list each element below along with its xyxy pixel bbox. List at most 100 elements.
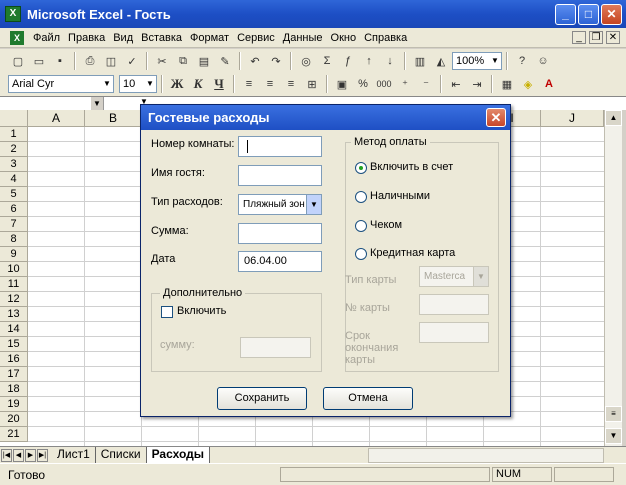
chevron-down-icon[interactable]: ▼ xyxy=(306,195,321,214)
increase-decimal-icon[interactable]: ⁺ xyxy=(395,74,415,94)
column-header[interactable]: B xyxy=(85,110,142,127)
dialog-close-button[interactable]: ✕ xyxy=(486,108,506,127)
workbook-minimize-button[interactable]: _ xyxy=(572,31,586,44)
radio-credit-card[interactable] xyxy=(355,248,367,260)
cancel-button[interactable]: Отмена xyxy=(323,387,413,410)
radio-include-in-bill[interactable] xyxy=(355,162,367,174)
row-header[interactable]: 17 xyxy=(0,367,28,382)
bold-button[interactable]: Ж xyxy=(167,74,187,94)
align-center-icon[interactable]: ≡ xyxy=(260,74,280,94)
row-header[interactable]: 12 xyxy=(0,292,28,307)
row-header[interactable]: 8 xyxy=(0,232,28,247)
sum-input[interactable] xyxy=(240,337,311,358)
row-header[interactable]: 10 xyxy=(0,262,28,277)
menu-window[interactable]: Окно xyxy=(327,32,361,44)
print-icon[interactable]: ⎙ xyxy=(80,51,100,71)
open-folder-icon[interactable]: ▭ xyxy=(29,51,49,71)
card-type-select[interactable]: Masterca ▼ xyxy=(419,266,489,287)
dialog-title-bar[interactable]: Гостевые расходы ✕ xyxy=(141,105,510,130)
row-header[interactable]: 19 xyxy=(0,397,28,412)
redo-icon[interactable]: ↷ xyxy=(266,51,286,71)
save-button[interactable]: Сохранить xyxy=(217,387,307,410)
row-header[interactable]: 7 xyxy=(0,217,28,232)
radio-cash[interactable] xyxy=(355,191,367,203)
row-header[interactable]: 1 xyxy=(0,127,28,142)
decrease-indent-icon[interactable]: ⇤ xyxy=(446,74,466,94)
row-header[interactable]: 4 xyxy=(0,172,28,187)
cut-icon[interactable]: ✂ xyxy=(152,51,172,71)
expense-type-select[interactable]: Пляжный зон ▼ xyxy=(238,194,322,215)
scroll-down-icon[interactable]: ▼ xyxy=(605,428,622,444)
chevron-down-icon[interactable]: ▼ xyxy=(473,267,488,286)
date-input[interactable]: 06.04.00 xyxy=(238,251,322,272)
guest-name-input[interactable] xyxy=(238,165,322,186)
chevron-down-icon[interactable]: ▼ xyxy=(91,97,103,110)
menu-format[interactable]: Формат xyxy=(186,32,233,44)
menu-data[interactable]: Данные xyxy=(279,32,327,44)
zoom-select[interactable]: 100% ▼ xyxy=(452,52,502,70)
row-header[interactable]: 6 xyxy=(0,202,28,217)
currency-icon[interactable]: ▣ xyxy=(332,74,352,94)
prev-sheet-icon[interactable]: ◀ xyxy=(13,448,24,462)
close-button[interactable]: ✕ xyxy=(601,4,622,25)
help-icon[interactable]: ? xyxy=(512,51,532,71)
column-header[interactable]: J xyxy=(541,110,604,127)
row-header[interactable]: 20 xyxy=(0,412,28,427)
row-header[interactable]: 15 xyxy=(0,337,28,352)
row-header[interactable]: 9 xyxy=(0,247,28,262)
sort-descending-icon[interactable]: ↓ xyxy=(380,51,400,71)
save-icon[interactable]: ▪ xyxy=(50,51,70,71)
percent-button[interactable]: % xyxy=(353,74,373,94)
scroll-thumb[interactable]: ≡ xyxy=(605,406,622,422)
excel-icon[interactable]: X xyxy=(5,6,21,22)
chart-wizard-icon[interactable]: ▥ xyxy=(410,51,430,71)
borders-icon[interactable]: ▦ xyxy=(497,74,517,94)
workbook-icon[interactable]: X xyxy=(10,30,24,45)
sheet-tab-lists[interactable]: Списки xyxy=(96,447,147,463)
menu-view[interactable]: Вид xyxy=(109,32,137,44)
include-checkbox[interactable] xyxy=(161,306,173,318)
workbook-close-button[interactable]: ✕ xyxy=(606,31,620,44)
new-file-icon[interactable]: ▢ xyxy=(8,51,28,71)
copy-icon[interactable]: ⧉ xyxy=(173,51,193,71)
font-size-select[interactable]: 10 ▼ xyxy=(119,75,157,93)
decrease-decimal-icon[interactable]: ⁻ xyxy=(416,74,436,94)
drawing-icon[interactable]: ◭ xyxy=(431,51,451,71)
font-color-icon[interactable]: A xyxy=(539,74,559,94)
menu-file[interactable]: Файл xyxy=(29,32,64,44)
format-painter-icon[interactable]: ✎ xyxy=(215,51,235,71)
workbook-restore-button[interactable]: ❐ xyxy=(589,31,603,44)
horizontal-scrollbar[interactable] xyxy=(368,448,604,463)
merge-center-icon[interactable]: ⊞ xyxy=(302,74,322,94)
align-right-icon[interactable]: ≡ xyxy=(281,74,301,94)
row-header[interactable]: 21 xyxy=(0,427,28,442)
menu-edit[interactable]: Правка xyxy=(64,32,109,44)
row-header[interactable]: 16 xyxy=(0,352,28,367)
row-header[interactable]: 2 xyxy=(0,142,28,157)
last-sheet-icon[interactable]: ▶| xyxy=(37,448,48,462)
align-left-icon[interactable]: ≡ xyxy=(239,74,259,94)
italic-button[interactable]: К xyxy=(188,74,208,94)
row-header[interactable]: 5 xyxy=(0,187,28,202)
scroll-up-icon[interactable]: ▲ xyxy=(605,110,622,126)
autosum-icon[interactable]: Σ xyxy=(317,51,337,71)
increase-indent-icon[interactable]: ⇥ xyxy=(467,74,487,94)
web-icon[interactable]: ◎ xyxy=(296,51,316,71)
maximize-button[interactable]: □ xyxy=(578,4,599,25)
font-name-select[interactable]: Arial Cyr ▼ xyxy=(8,75,114,93)
function-icon[interactable]: ƒ xyxy=(338,51,358,71)
menu-insert[interactable]: Вставка xyxy=(137,32,186,44)
first-sheet-icon[interactable]: |◀ xyxy=(1,448,12,462)
print-preview-icon[interactable]: ◫ xyxy=(101,51,121,71)
column-header[interactable]: A xyxy=(28,110,85,127)
vertical-scrollbar[interactable]: ▲ ≡ ▼ xyxy=(604,110,622,446)
undo-icon[interactable]: ↶ xyxy=(245,51,265,71)
row-header[interactable]: 13 xyxy=(0,307,28,322)
next-sheet-icon[interactable]: ▶ xyxy=(25,448,36,462)
menu-help[interactable]: Справка xyxy=(360,32,411,44)
paste-icon[interactable]: ▤ xyxy=(194,51,214,71)
menu-tools[interactable]: Сервис xyxy=(233,32,279,44)
thousands-button[interactable]: 000 xyxy=(374,74,394,94)
card-expiry-input[interactable] xyxy=(419,322,489,343)
row-header[interactable]: 11 xyxy=(0,277,28,292)
